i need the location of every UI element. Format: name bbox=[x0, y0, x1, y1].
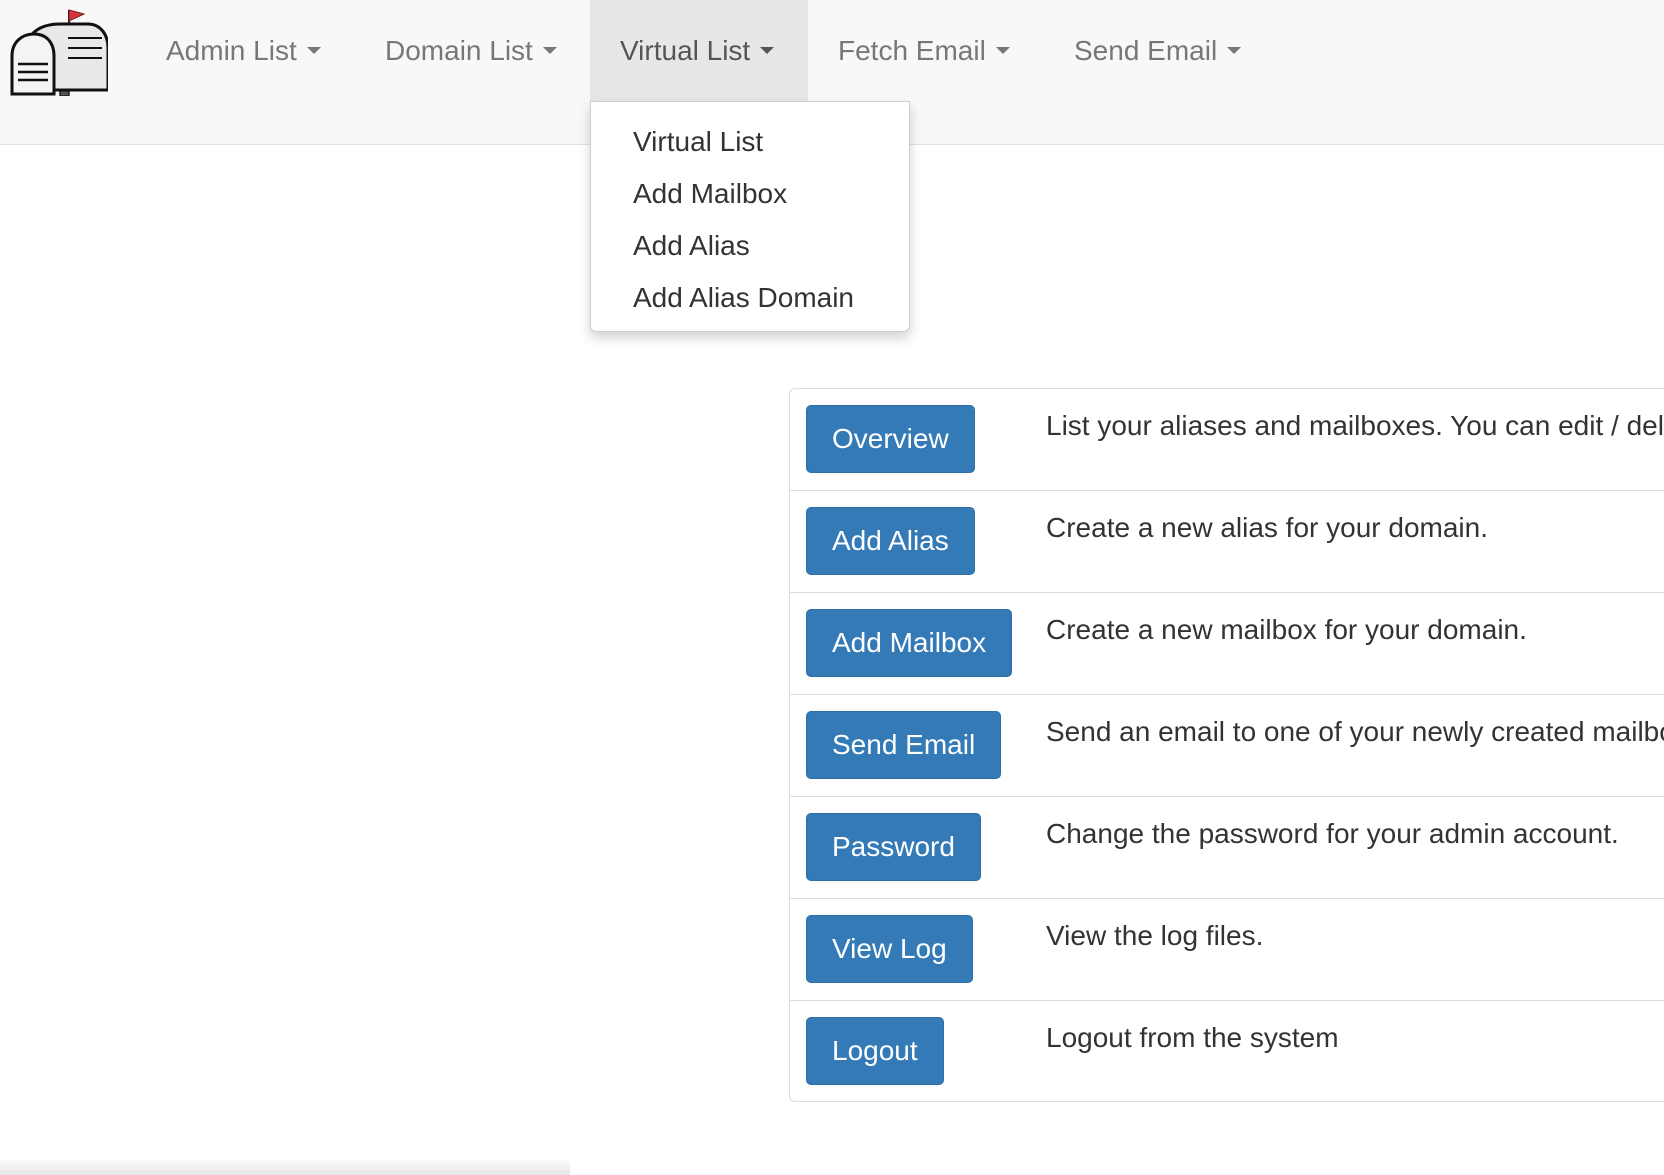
caret-down-icon bbox=[306, 47, 321, 55]
nav-send-email-label: Send Email bbox=[1074, 35, 1218, 66]
menu-row-password: Password Change the password for your ad… bbox=[790, 797, 1664, 899]
dropdown-item-virtual-list[interactable]: Virtual List bbox=[591, 117, 909, 169]
view-log-description: View the log files. bbox=[1046, 920, 1264, 951]
caret-down-icon bbox=[1227, 47, 1242, 55]
mailbox-icon[interactable] bbox=[8, 4, 108, 96]
password-button[interactable]: Password bbox=[806, 813, 981, 881]
dropdown-item-add-alias-domain[interactable]: Add Alias Domain bbox=[591, 273, 909, 325]
nav-virtual-list[interactable]: Virtual List bbox=[590, 0, 808, 101]
caret-down-icon bbox=[995, 47, 1010, 55]
nav-admin-list[interactable]: Admin List bbox=[136, 0, 351, 101]
menu-row-add-mailbox: Add Mailbox Create a new mailbox for you… bbox=[790, 593, 1664, 695]
logout-button[interactable]: Logout bbox=[806, 1017, 944, 1085]
caret-down-icon bbox=[542, 47, 557, 55]
virtual-list-dropdown-menu: Virtual List Add Mailbox Add Alias Add A… bbox=[590, 101, 910, 332]
caret-down-icon bbox=[760, 47, 775, 55]
nav-domain-list-label: Domain List bbox=[385, 35, 533, 66]
nav-domain-list[interactable]: Domain List bbox=[355, 0, 587, 101]
horizontal-scrollbar[interactable] bbox=[0, 1158, 570, 1175]
dropdown-item-add-alias[interactable]: Add Alias bbox=[591, 221, 909, 273]
nav-admin-list-label: Admin List bbox=[166, 35, 297, 66]
password-description: Change the password for your admin accou… bbox=[1046, 818, 1619, 849]
dropdown-item-add-mailbox[interactable]: Add Mailbox bbox=[591, 169, 909, 221]
menu-row-add-alias: Add Alias Create a new alias for your do… bbox=[790, 491, 1664, 593]
menu-row-view-log: View Log View the log files. bbox=[790, 899, 1664, 1001]
menu-row-logout: Logout Logout from the system bbox=[790, 1001, 1664, 1101]
add-mailbox-button[interactable]: Add Mailbox bbox=[806, 609, 1013, 677]
add-alias-button[interactable]: Add Alias bbox=[806, 507, 975, 575]
view-log-button[interactable]: View Log bbox=[806, 915, 973, 983]
send-email-description: Send an email to one of your newly creat… bbox=[1046, 716, 1664, 747]
overview-button[interactable]: Overview bbox=[806, 405, 975, 473]
nav-virtual-list-label: Virtual List bbox=[620, 35, 751, 66]
menu-row-overview: Overview List your aliases and mailboxes… bbox=[790, 389, 1664, 491]
logout-description: Logout from the system bbox=[1046, 1022, 1339, 1053]
nav-fetch-email-label: Fetch Email bbox=[838, 35, 986, 66]
add-alias-description: Create a new alias for your domain. bbox=[1046, 512, 1488, 543]
send-email-button[interactable]: Send Email bbox=[806, 711, 1002, 779]
add-mailbox-description: Create a new mailbox for your domain. bbox=[1046, 614, 1527, 645]
overview-description: List your aliases and mailboxes. You can… bbox=[1046, 410, 1664, 441]
menu-row-send-email: Send Email Send an email to one of your … bbox=[790, 695, 1664, 797]
main-menu-panel: Overview List your aliases and mailboxes… bbox=[789, 388, 1664, 1102]
nav-fetch-email[interactable]: Fetch Email bbox=[808, 0, 1040, 101]
nav-send-email[interactable]: Send Email bbox=[1044, 0, 1271, 101]
